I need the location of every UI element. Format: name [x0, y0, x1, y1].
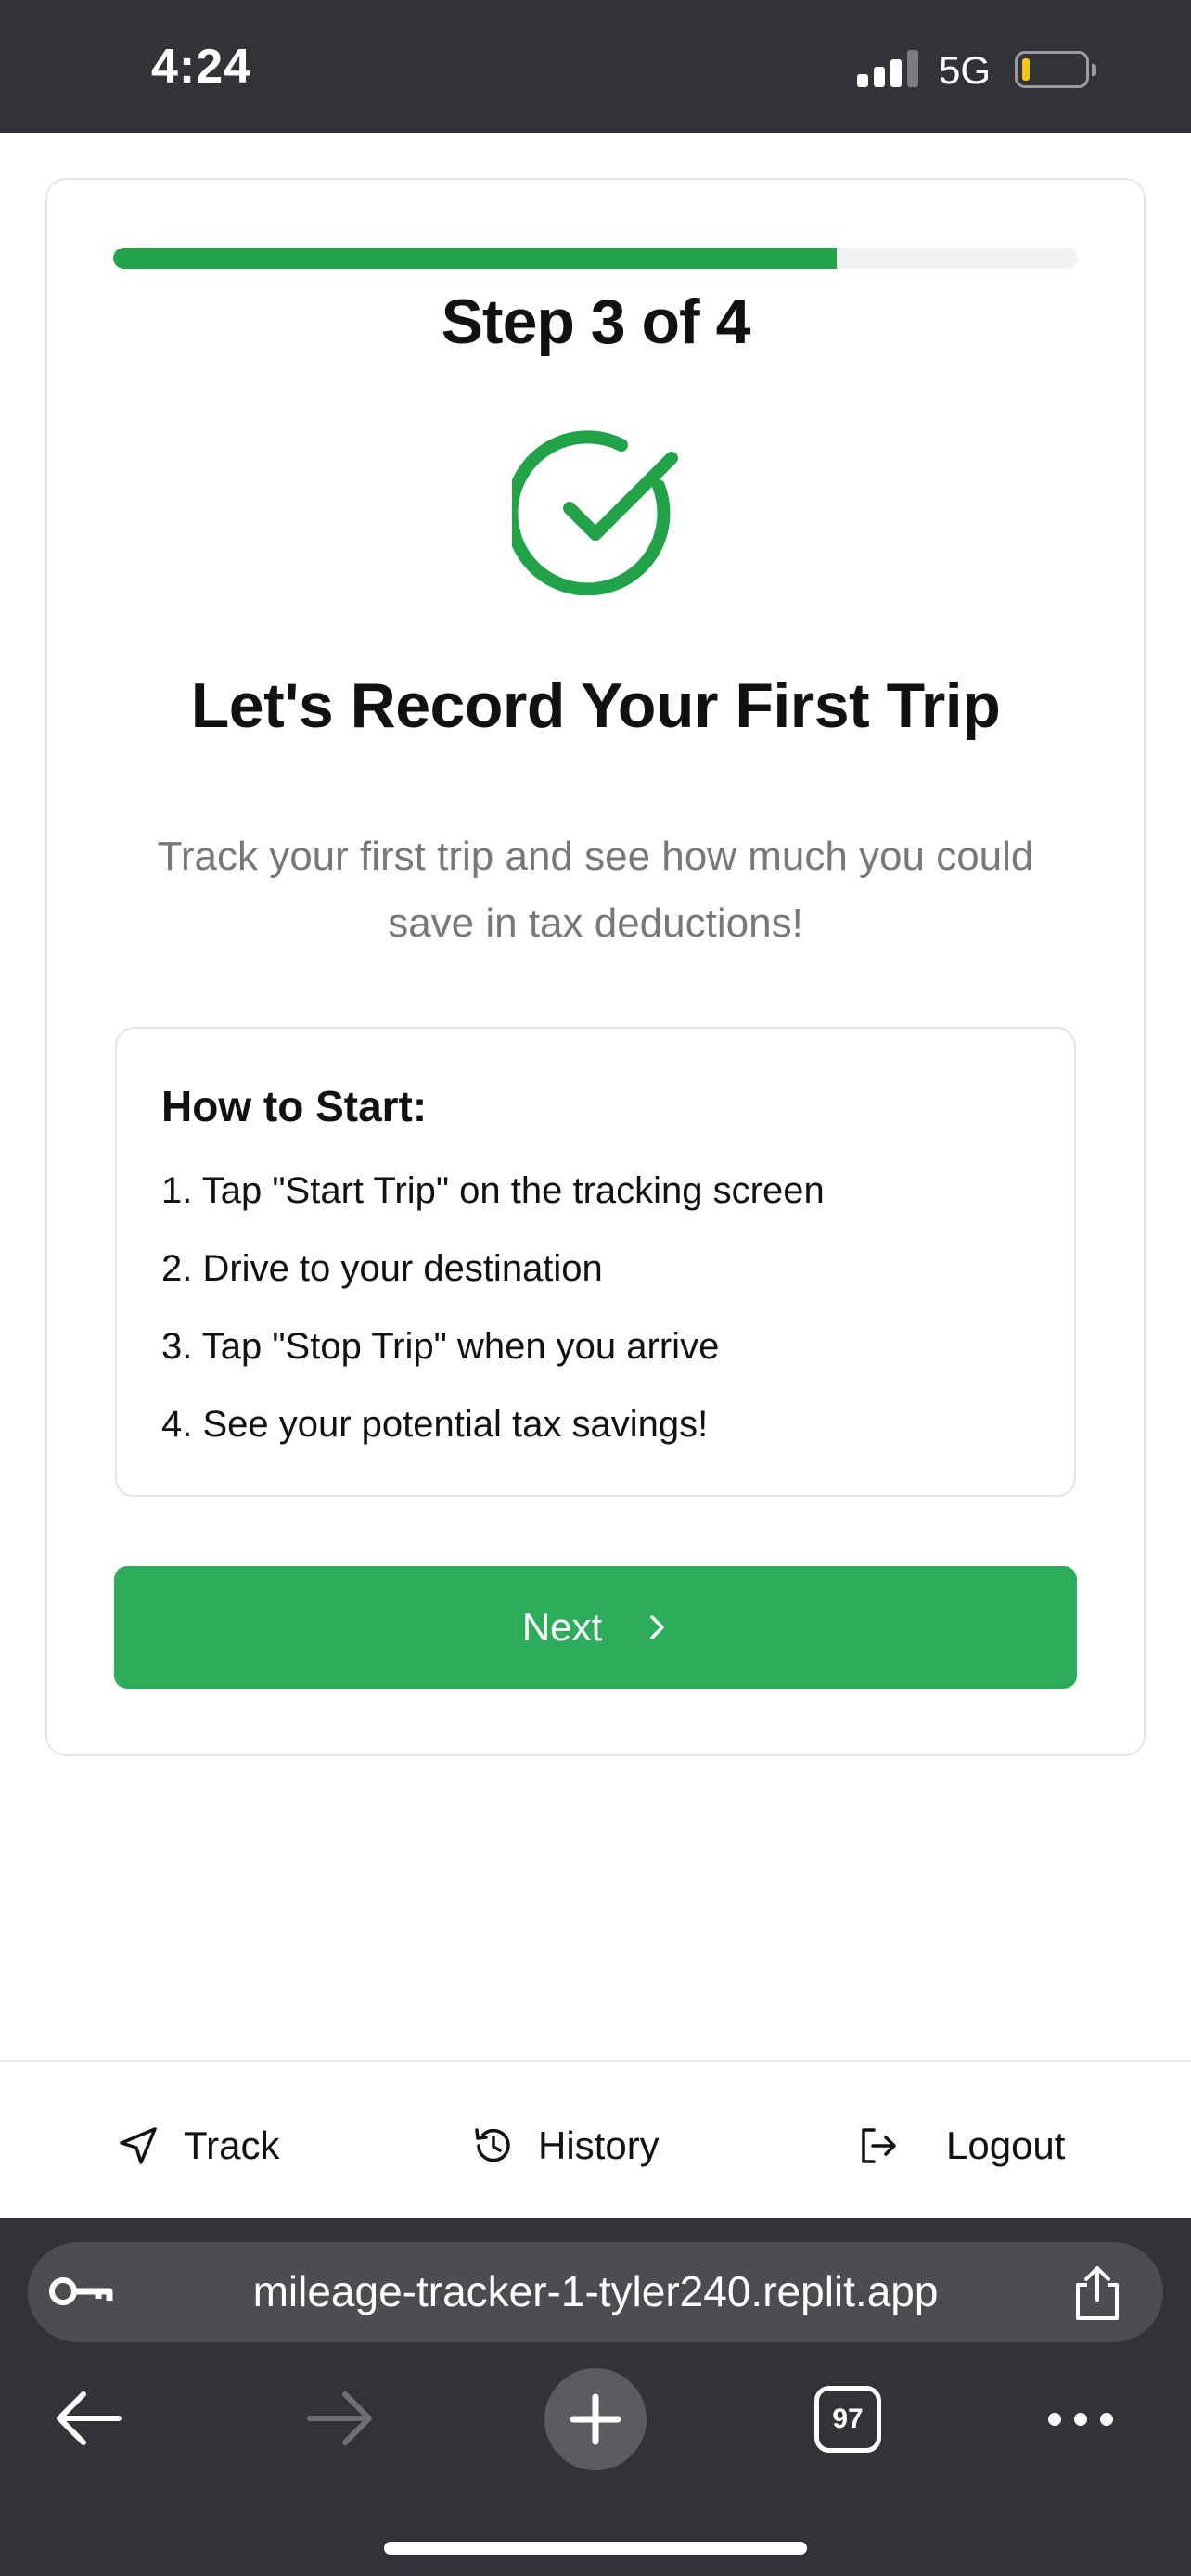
history-icon: [475, 2128, 510, 2162]
how-to-step: 3. Tap "Stop Trip" when you arrive: [161, 1326, 720, 1367]
battery-level: [1022, 58, 1030, 81]
how-to-title: How to Start:: [161, 1082, 428, 1130]
how-to-step: 1. Tap "Start Trip" on the tracking scre…: [161, 1170, 825, 1211]
nav-item-history[interactable]: History: [471, 2123, 660, 2168]
how-to-steps: 1. Tap "Start Trip" on the tracking scre…: [161, 1167, 825, 1478]
status-bar: 4:24 5G: [0, 0, 1191, 133]
home-indicator: [384, 2542, 807, 2555]
how-to-step: 4. See your potential tax savings!: [161, 1404, 709, 1445]
share-icon[interactable]: [1067, 2263, 1128, 2324]
next-button[interactable]: Next: [114, 1566, 1077, 1689]
status-time: 4:24: [151, 40, 252, 94]
battery-icon: [1015, 51, 1089, 88]
back-arrow-icon[interactable]: [54, 2391, 122, 2446]
plus-icon: [570, 2393, 621, 2445]
logout-icon: [862, 2128, 896, 2163]
how-to-step: 2. Drive to your destination: [161, 1248, 603, 1289]
chevron-right-icon: [650, 1615, 664, 1639]
cellular-signal-icon: [857, 50, 918, 87]
navigation-arrow-icon: [120, 2127, 157, 2164]
onboarding-card: [45, 178, 1146, 1756]
progress-fill: [113, 248, 837, 269]
step-indicator: Step 3 of 4: [441, 287, 751, 357]
check-circle-icon: [512, 430, 678, 595]
nav-item-track[interactable]: Track: [117, 2123, 279, 2168]
progress-bar: [113, 248, 1078, 269]
page-subtitle: Track your first trip and see how much y…: [157, 834, 1034, 946]
more-icon[interactable]: [1046, 2409, 1115, 2429]
new-tab-button[interactable]: [544, 2368, 647, 2470]
forward-arrow-icon[interactable]: [306, 2391, 375, 2446]
nav-item-label: Track: [184, 2123, 280, 2167]
page-title: Let's Record Your First Trip: [190, 670, 1001, 741]
bottom-nav: Track History Logout: [0, 2060, 1191, 2218]
nav-item-label: History: [538, 2123, 660, 2167]
url-text[interactable]: mileage-tracker-1-tyler240.replit.app: [0, 2266, 1191, 2316]
tabs-button[interactable]: 97: [814, 2386, 881, 2453]
network-type: 5G: [939, 48, 992, 92]
nav-item-logout[interactable]: Logout: [857, 2123, 1065, 2168]
battery-tip: [1092, 64, 1096, 76]
next-button-label: Next: [521, 1605, 603, 1649]
nav-item-label: Logout: [946, 2123, 1066, 2167]
